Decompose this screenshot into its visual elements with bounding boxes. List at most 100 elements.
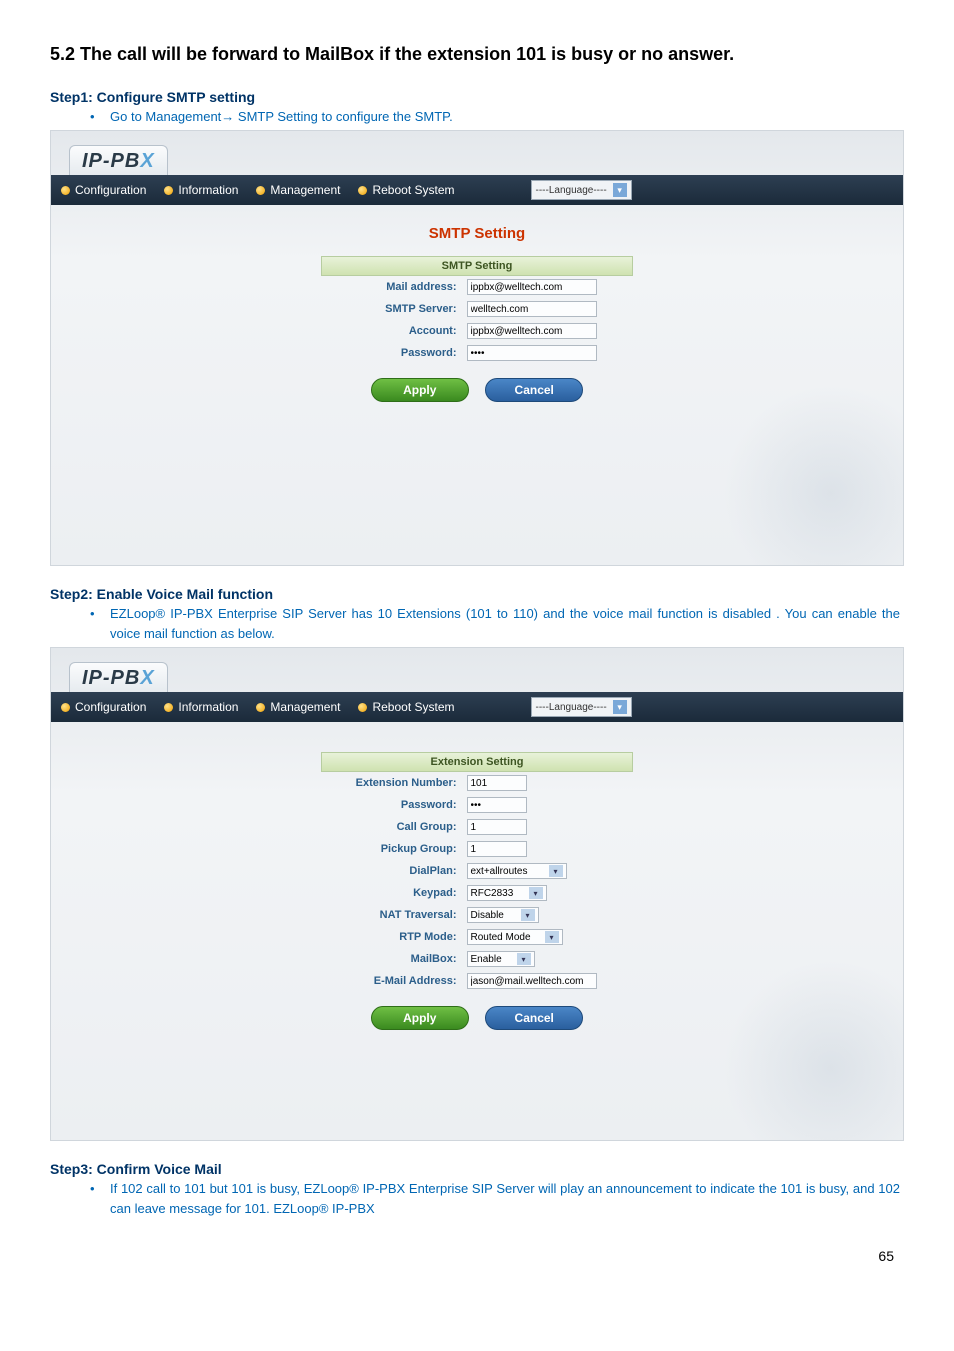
step2-heading: Step2: Enable Voice Mail function: [50, 586, 904, 602]
nav-configuration[interactable]: Configuration: [61, 183, 146, 197]
ext-email-label: E-Mail Address:: [322, 970, 462, 992]
smtp-password-label: Password:: [322, 342, 462, 364]
step3-bullet-text: If 102 call to 101 but 101 is busy, EZLo…: [110, 1179, 900, 1218]
ext-nat-label: NAT Traversal:: [322, 904, 462, 926]
smtp-panel-title: SMTP Setting: [51, 225, 903, 242]
logo-text-suffix: X: [140, 667, 154, 689]
bullet-dot-icon: •: [90, 107, 110, 127]
logo: IP-PBX: [69, 145, 168, 175]
mail-address-input[interactable]: [467, 279, 597, 295]
language-select-value: ----Language----: [536, 702, 607, 713]
ext-password-input[interactable]: [467, 797, 527, 813]
logo: IP-PBX: [69, 662, 168, 692]
chevron-down-icon: ▾: [549, 865, 563, 877]
button-row: Apply Cancel: [51, 378, 903, 402]
nav-configuration-label: Configuration: [75, 700, 146, 714]
ext-callgroup-label: Call Group:: [322, 816, 462, 838]
ext-rtp-value: Routed Mode: [471, 932, 531, 943]
smtp-form-table: Mail address: SMTP Server: Account: Pass…: [322, 276, 632, 364]
ext-keypad-select[interactable]: RFC2833▾: [467, 885, 547, 901]
page-number: 65: [50, 1248, 904, 1264]
nav-reboot[interactable]: Reboot System: [358, 183, 454, 197]
language-select[interactable]: ----Language---- ▾: [531, 180, 632, 200]
ext-nat-select[interactable]: Disable ▾: [467, 907, 539, 923]
nav-dot-icon: [164, 186, 173, 195]
nav-management[interactable]: Management: [256, 183, 340, 197]
nav-information-label: Information: [178, 700, 238, 714]
extension-form-table: Extension Number: Password: Call Group: …: [322, 772, 632, 992]
ext-dialplan-select[interactable]: ext+allroutes ▾: [467, 863, 567, 879]
step3-heading: Step3: Confirm Voice Mail: [50, 1161, 904, 1177]
ext-mailbox-label: MailBox:: [322, 948, 462, 970]
nav-bar: Configuration Information Management Reb…: [51, 692, 903, 722]
apply-button[interactable]: Apply: [371, 378, 469, 402]
logo-text-suffix: X: [140, 150, 154, 172]
step1-heading: Step1: Configure SMTP setting: [50, 89, 904, 105]
chevron-down-icon: ▾: [613, 183, 627, 197]
button-row: Apply Cancel: [51, 1006, 903, 1030]
ext-email-input[interactable]: [467, 973, 597, 989]
logo-text-prefix: IP-PB: [82, 150, 140, 172]
mail-address-label: Mail address:: [322, 276, 462, 298]
ext-number-label: Extension Number:: [322, 772, 462, 794]
nav-dot-icon: [358, 186, 367, 195]
smtp-form-header: SMTP Setting: [321, 256, 633, 276]
ext-callgroup-input[interactable]: [467, 819, 527, 835]
ext-mailbox-value: Enable: [471, 954, 502, 965]
language-select[interactable]: ----Language---- ▾: [531, 697, 632, 717]
chevron-down-icon: ▾: [521, 909, 535, 921]
nav-dot-icon: [256, 703, 265, 712]
chevron-down-icon: ▾: [613, 700, 627, 714]
nav-reboot-label: Reboot System: [372, 700, 454, 714]
ext-keypad-label: Keypad:: [322, 882, 462, 904]
nav-management-label: Management: [270, 183, 340, 197]
logo-bar: IP-PBX: [51, 648, 903, 692]
chevron-down-icon: ▾: [529, 887, 543, 899]
cancel-button[interactable]: Cancel: [485, 1006, 583, 1030]
step2-bullet-text: EZLoop® IP-PBX Enterprise SIP Server has…: [110, 604, 900, 643]
ext-dialplan-value: ext+allroutes: [471, 866, 528, 877]
nav-information[interactable]: Information: [164, 700, 238, 714]
nav-bar: Configuration Information Management Reb…: [51, 175, 903, 205]
smtp-account-input[interactable]: [467, 323, 597, 339]
bullet-dot-icon: •: [90, 1179, 110, 1199]
step1-bullet: •Go to Management→ SMTP Setting to confi…: [90, 107, 904, 127]
smtp-server-label: SMTP Server:: [322, 298, 462, 320]
ext-pickup-input[interactable]: [467, 841, 527, 857]
step3-bullet: •If 102 call to 101 but 101 is busy, EZL…: [90, 1179, 904, 1218]
ext-nat-value: Disable: [471, 910, 504, 921]
chevron-down-icon: ▾: [517, 953, 531, 965]
smtp-server-input[interactable]: [467, 301, 597, 317]
nav-dot-icon: [256, 186, 265, 195]
smtp-account-label: Account:: [322, 320, 462, 342]
chevron-down-icon: ▾: [545, 931, 559, 943]
ext-pickup-label: Pickup Group:: [322, 838, 462, 860]
nav-management-label: Management: [270, 700, 340, 714]
ext-rtp-select[interactable]: Routed Mode ▾: [467, 929, 563, 945]
apply-button[interactable]: Apply: [371, 1006, 469, 1030]
nav-reboot-label: Reboot System: [372, 183, 454, 197]
smtp-screenshot: IP-PBX Configuration Information Managem…: [50, 130, 904, 566]
nav-information-label: Information: [178, 183, 238, 197]
ext-number-input[interactable]: [467, 775, 527, 791]
extension-form-header: Extension Setting: [321, 752, 633, 772]
smtp-password-input[interactable]: [467, 345, 597, 361]
section-heading: 5.2 The call will be forward to MailBox …: [50, 40, 904, 69]
ext-mailbox-select[interactable]: Enable ▾: [467, 951, 535, 967]
step2-bullet: •EZLoop® IP-PBX Enterprise SIP Server ha…: [90, 604, 904, 643]
language-select-value: ----Language----: [536, 185, 607, 196]
nav-reboot[interactable]: Reboot System: [358, 700, 454, 714]
cancel-button[interactable]: Cancel: [485, 378, 583, 402]
nav-dot-icon: [164, 703, 173, 712]
nav-configuration-label: Configuration: [75, 183, 146, 197]
ext-dialplan-label: DialPlan:: [322, 860, 462, 882]
extension-screenshot: IP-PBX Configuration Information Managem…: [50, 647, 904, 1141]
nav-configuration[interactable]: Configuration: [61, 700, 146, 714]
logo-text-prefix: IP-PB: [82, 667, 140, 689]
nav-dot-icon: [358, 703, 367, 712]
nav-information[interactable]: Information: [164, 183, 238, 197]
panel-body: Extension Setting Extension Number: Pass…: [51, 722, 903, 1140]
nav-management[interactable]: Management: [256, 700, 340, 714]
panel-body: SMTP Setting SMTP Setting Mail address: …: [51, 205, 903, 565]
bullet-dot-icon: •: [90, 604, 110, 624]
